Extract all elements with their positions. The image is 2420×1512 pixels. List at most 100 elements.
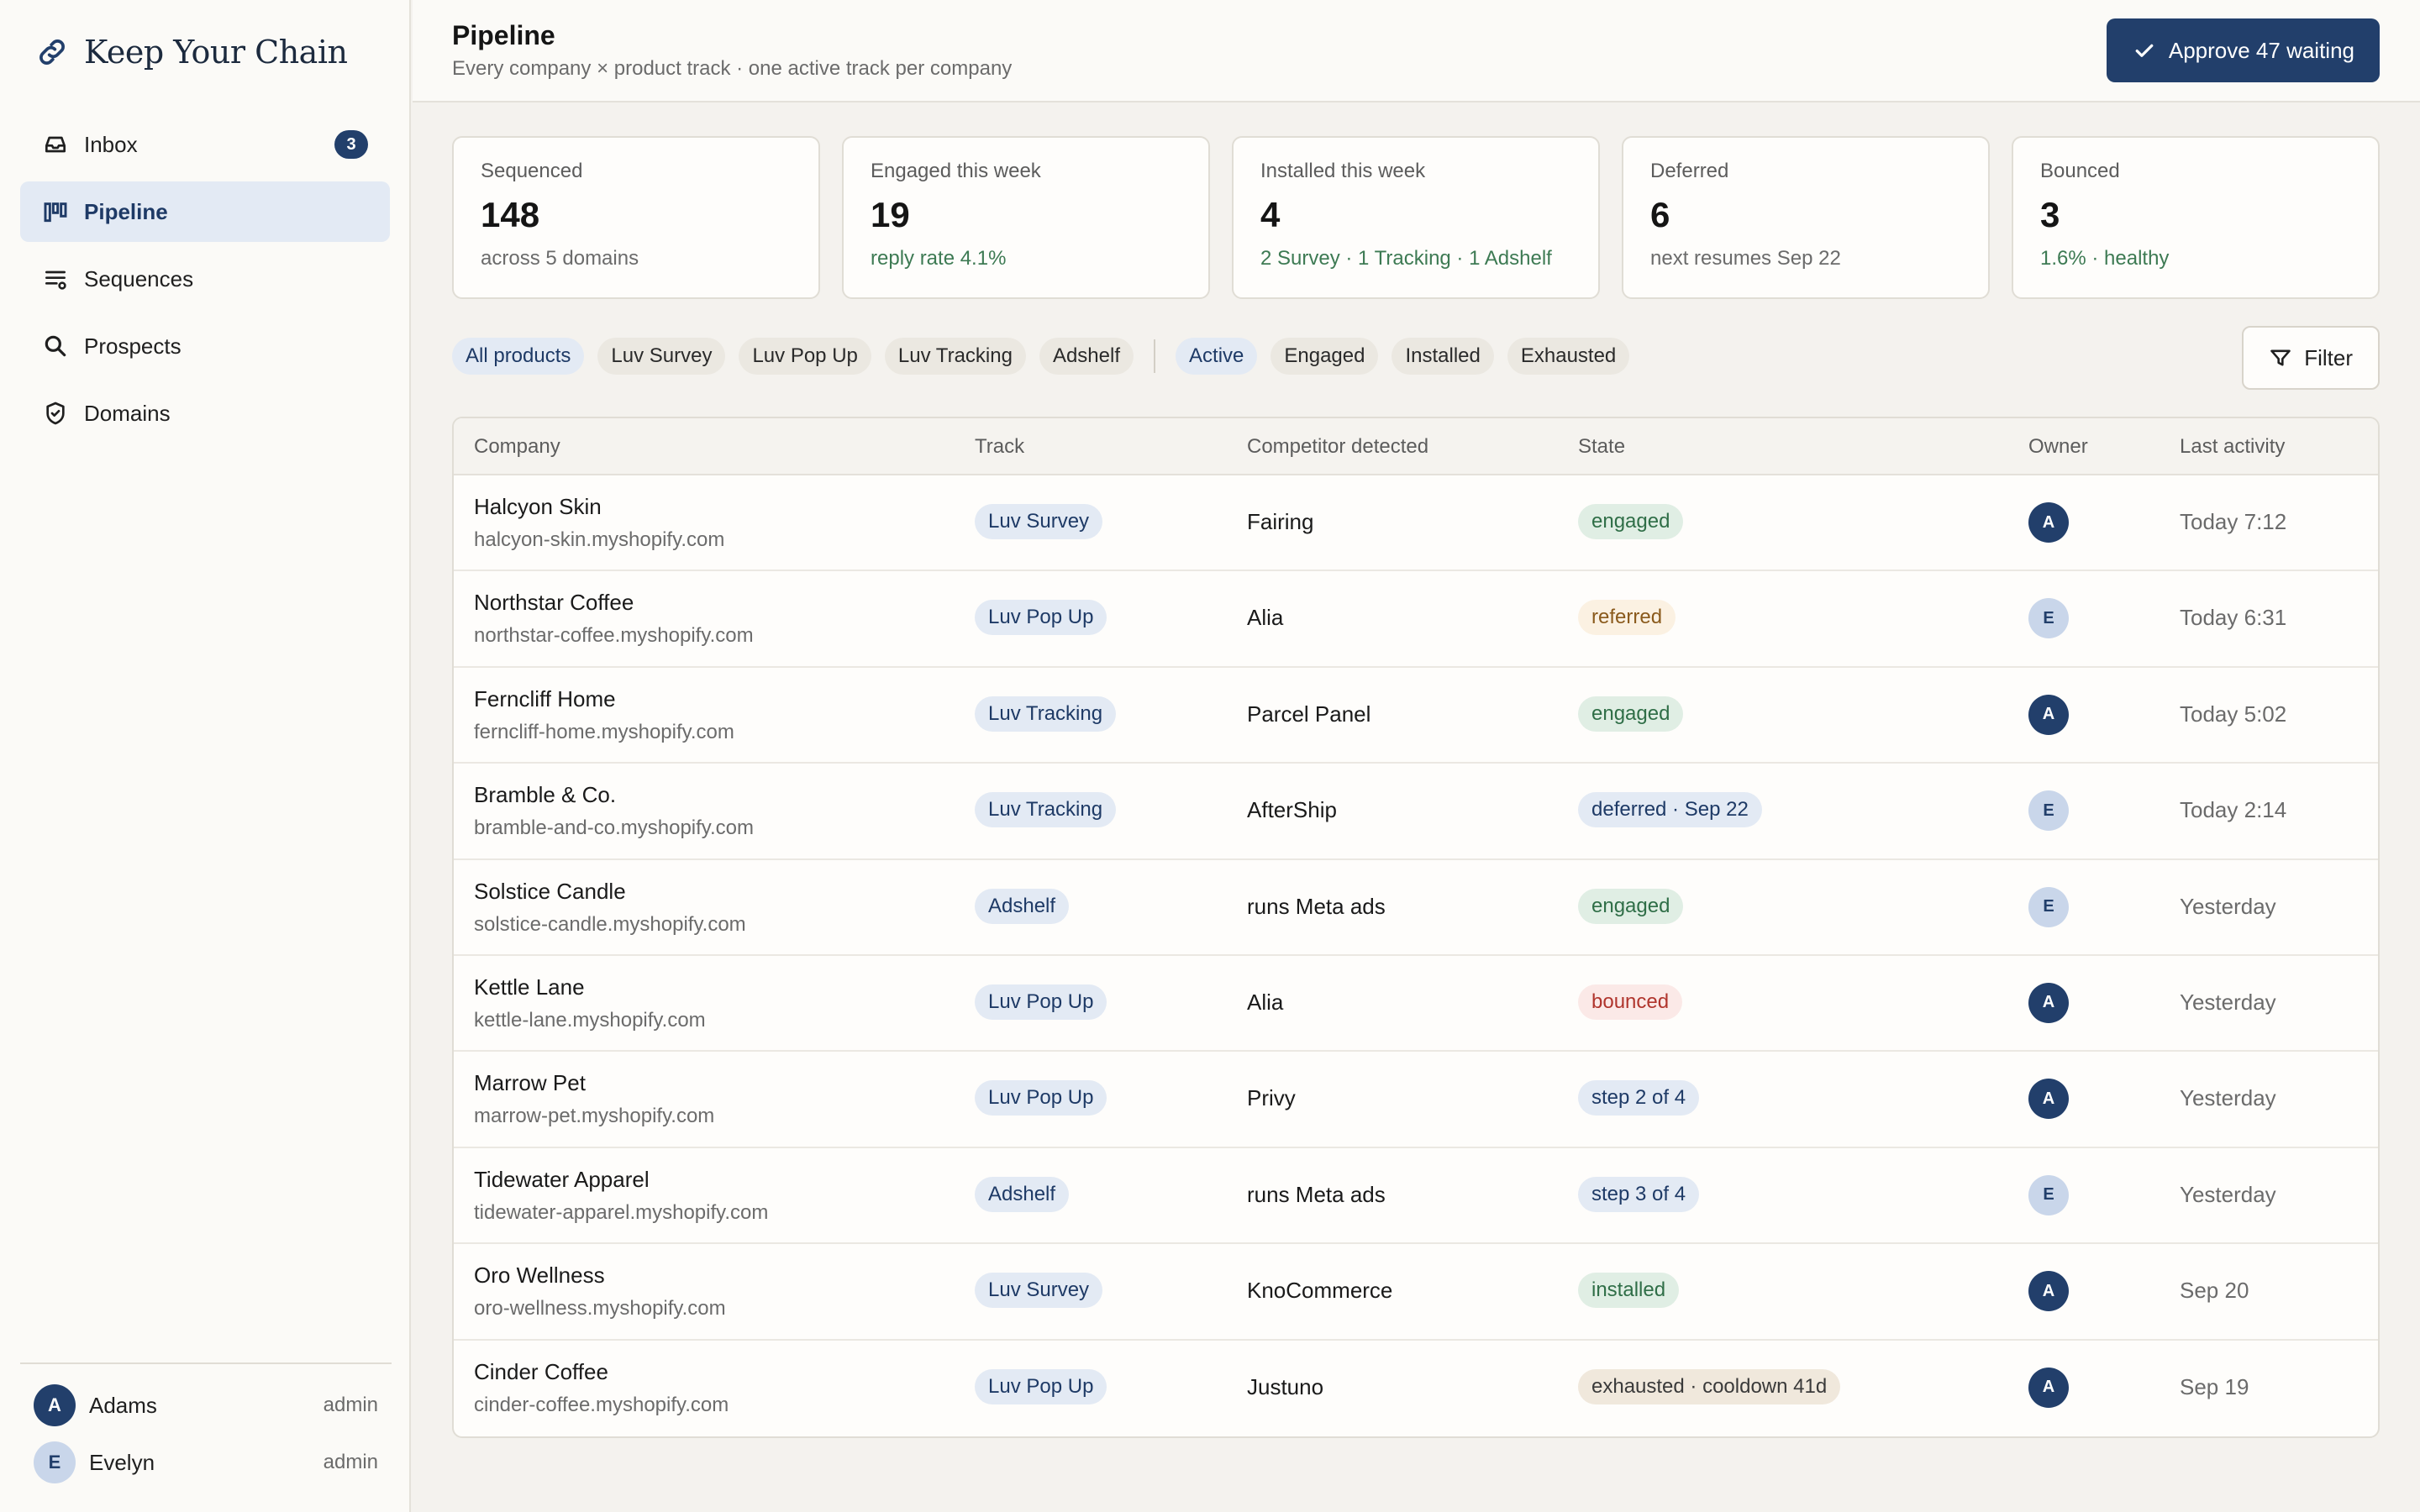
- chip-exhausted[interactable]: Exhausted: [1507, 338, 1630, 375]
- user-role: admin: [323, 1451, 378, 1473]
- sidebar-item-sequences[interactable]: Sequences: [20, 249, 390, 309]
- company-name[interactable]: Tidewater Apparel: [474, 1167, 768, 1193]
- track-badge: Adshelf: [975, 888, 1070, 924]
- last-activity: Today 6:31: [2180, 605, 2287, 631]
- user-row-evelyn[interactable]: E Evelyn admin: [34, 1440, 378, 1485]
- chip-installed[interactable]: Installed: [1392, 338, 1494, 375]
- stat-label: Deferred: [1650, 160, 1729, 182]
- pipeline-table: Company Track Competitor detected State …: [452, 417, 2380, 1438]
- column-header[interactable]: Company: [474, 435, 560, 459]
- table-row[interactable]: Solstice Candle solstice-candle.myshopify…: [454, 860, 2378, 956]
- avatar: E: [34, 1441, 76, 1483]
- table-row[interactable]: Ferncliff Home ferncliff-home.myshopify.c…: [454, 668, 2378, 764]
- stat-value: 19: [871, 195, 910, 234]
- last-activity: Yesterday: [2180, 1181, 2276, 1207]
- state-badge: deferred · Sep 22: [1578, 792, 1762, 828]
- company-name[interactable]: Marrow Pet: [474, 1070, 714, 1096]
- stat-value: 6: [1650, 195, 1670, 234]
- stat-card-bounced: Bounced 3 1.6% · healthy: [2012, 136, 2380, 299]
- company-name[interactable]: Kettle Lane: [474, 974, 706, 1000]
- table-row[interactable]: Halcyon Skin halcyon-skin.myshopify.com Lu…: [454, 475, 2378, 572]
- state-badge: engaged: [1578, 888, 1684, 924]
- stat-note: reply rate 4.1%: [871, 247, 1007, 270]
- company-domain: halcyon-skin.myshopify.com: [474, 528, 725, 551]
- sidebar-nav: Inbox 3 Pipeline Sequences Prospects Dom…: [20, 114, 390, 450]
- table-row[interactable]: Cinder Coffee cinder-coffee.myshopify.com…: [454, 1341, 2378, 1436]
- last-activity: Today 7:12: [2180, 509, 2287, 534]
- stat-value: 148: [481, 195, 540, 234]
- state-badge: installed: [1578, 1273, 1680, 1309]
- owner-avatar: A: [2028, 1367, 2069, 1408]
- column-header[interactable]: State: [1578, 435, 1625, 459]
- sidebar-item-inbox[interactable]: Inbox 3: [20, 114, 390, 175]
- chip-luv-pop-up[interactable]: Luv Pop Up: [739, 338, 871, 375]
- sidebar-item-pipeline[interactable]: Pipeline: [20, 181, 390, 242]
- last-activity: Sep 20: [2180, 1278, 2249, 1304]
- competitor-name: Privy: [1247, 1085, 1296, 1111]
- state-badge: step 3 of 4: [1578, 1176, 1700, 1212]
- brand-name: Keep Your Chain: [84, 34, 348, 71]
- table-row[interactable]: Northstar Coffee northstar-coffee.myshopi…: [454, 571, 2378, 668]
- state-badge: step 2 of 4: [1578, 1080, 1700, 1116]
- company-name[interactable]: Northstar Coffee: [474, 590, 754, 616]
- company-name[interactable]: Ferncliff Home: [474, 686, 734, 712]
- page-title: Pipeline: [452, 20, 555, 50]
- check-icon: [2135, 44, 2154, 57]
- stat-label: Sequenced: [481, 160, 583, 182]
- competitor-name: AfterShip: [1247, 797, 1337, 823]
- table-row[interactable]: Oro Wellness oro-wellness.myshopify.com Lu…: [454, 1244, 2378, 1341]
- owner-avatar: A: [2028, 1271, 2069, 1312]
- stat-value: 3: [2040, 195, 2060, 234]
- state-badge: engaged: [1578, 696, 1684, 732]
- column-header[interactable]: Track: [975, 435, 1024, 459]
- table-row[interactable]: Kettle Lane kettle-lane.myshopify.com Luv …: [454, 956, 2378, 1053]
- chip-adshelf[interactable]: Adshelf: [1039, 338, 1134, 375]
- stat-card-engaged: Engaged this week 19 reply rate 4.1%: [842, 136, 1210, 299]
- company-cell: Oro Wellness oro-wellness.myshopify.com: [474, 1263, 726, 1320]
- inbox-count-badge: 3: [334, 130, 368, 159]
- company-domain: ferncliff-home.myshopify.com: [474, 720, 734, 743]
- company-domain: cinder-coffee.myshopify.com: [474, 1393, 729, 1416]
- column-header[interactable]: Last activity: [2180, 435, 2285, 459]
- sidebar-item-prospects[interactable]: Prospects: [20, 316, 390, 376]
- competitor-name: runs Meta ads: [1247, 1181, 1386, 1207]
- filter-button[interactable]: Filter: [2242, 326, 2380, 390]
- company-domain: marrow-pet.myshopify.com: [474, 1105, 715, 1128]
- table-row[interactable]: Marrow Pet marrow-pet.myshopify.com Luv Po…: [454, 1052, 2378, 1148]
- page-header: Pipeline Every company × product track ·…: [413, 0, 2420, 102]
- company-name[interactable]: Bramble & Co.: [474, 782, 754, 808]
- chip-active[interactable]: Active: [1176, 338, 1258, 375]
- track-badge: Luv Pop Up: [975, 1368, 1107, 1404]
- column-header[interactable]: Owner: [2028, 435, 2088, 459]
- approve-waiting-button[interactable]: Approve 47 waiting: [2106, 18, 2380, 82]
- company-name[interactable]: Oro Wellness: [474, 1263, 726, 1289]
- chip-luv-survey[interactable]: Luv Survey: [597, 338, 726, 375]
- company-name[interactable]: Halcyon Skin: [474, 494, 724, 520]
- link-icon: [39, 39, 65, 65]
- user-row-adams[interactable]: A Adams admin: [34, 1383, 378, 1428]
- table-header: Company Track Competitor detected State …: [454, 418, 2378, 475]
- state-badge: engaged: [1578, 504, 1684, 539]
- state-badge: referred: [1578, 600, 1676, 636]
- track-badge: Luv Tracking: [975, 792, 1117, 828]
- company-name[interactable]: Cinder Coffee: [474, 1359, 729, 1385]
- company-cell: Marrow Pet marrow-pet.myshopify.com: [474, 1070, 714, 1128]
- brand[interactable]: Keep Your Chain: [35, 34, 348, 71]
- competitor-name: runs Meta ads: [1247, 893, 1386, 919]
- table-row[interactable]: Tidewater Apparel tidewater-apparel.mysho…: [454, 1148, 2378, 1245]
- column-header[interactable]: Competitor detected: [1247, 435, 1428, 459]
- chip-luv-tracking[interactable]: Luv Tracking: [884, 338, 1026, 375]
- company-cell: Cinder Coffee cinder-coffee.myshopify.com: [474, 1359, 729, 1417]
- table-row[interactable]: Bramble & Co. bramble-and-co.myshopify.co…: [454, 764, 2378, 860]
- company-name[interactable]: Solstice Candle: [474, 879, 746, 905]
- chip-all-products[interactable]: All products: [452, 338, 585, 375]
- stat-label: Bounced: [2040, 160, 2120, 182]
- kanban-icon: [44, 202, 67, 223]
- sidebar-item-domains[interactable]: Domains: [20, 383, 390, 444]
- company-cell: Bramble & Co. bramble-and-co.myshopify.co…: [474, 782, 754, 840]
- state-badge: bounced: [1578, 984, 1683, 1020]
- competitor-name: Fairing: [1247, 509, 1314, 534]
- last-activity: Yesterday: [2180, 1085, 2276, 1111]
- company-cell: Kettle Lane kettle-lane.myshopify.com: [474, 974, 706, 1032]
- chip-engaged[interactable]: Engaged: [1270, 338, 1379, 375]
